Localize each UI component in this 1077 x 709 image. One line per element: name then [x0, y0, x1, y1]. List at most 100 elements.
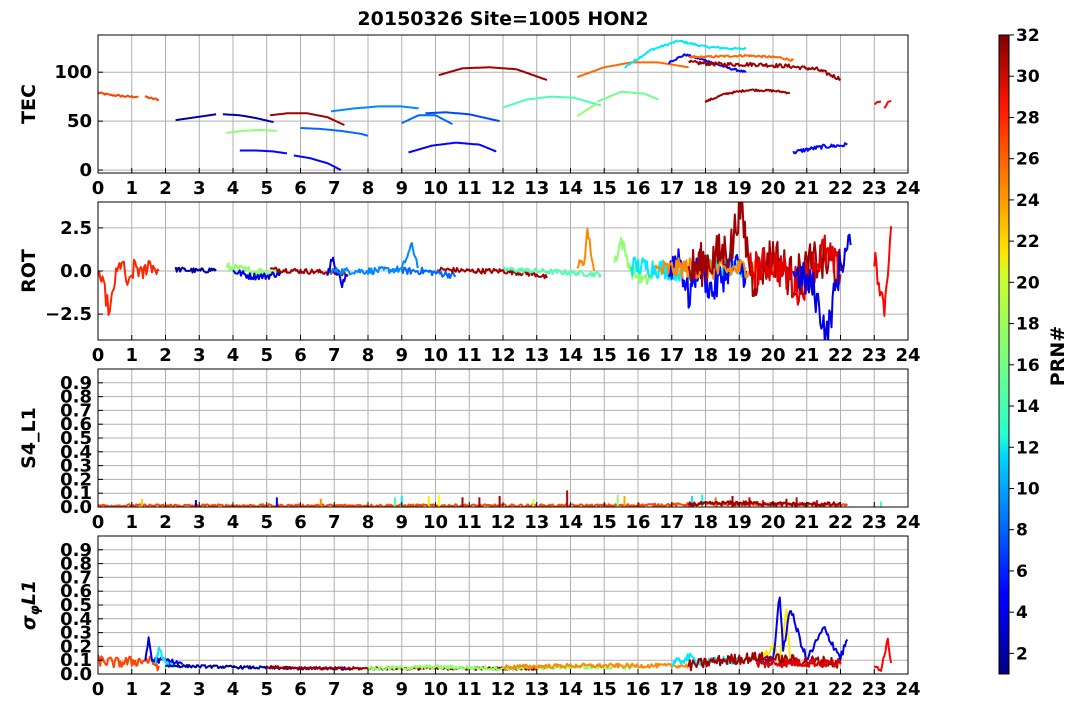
x-tick-label: 17 [659, 345, 684, 366]
x-tick-label: 1 [125, 679, 138, 700]
x-tick-label: 16 [625, 512, 650, 533]
colorbar-ticks: 2468101214161820222426283032 [1009, 26, 1040, 664]
x-tick-label: 14 [558, 512, 583, 533]
x-tick-label: 1 [125, 345, 138, 366]
x-tick-label: 19 [727, 178, 752, 199]
figure-title: 20150326 Site=1005 HON2 [357, 8, 648, 30]
colorbar-tick-label: 24 [1016, 191, 1040, 211]
x-tick-label: 5 [260, 679, 273, 700]
x-tick-label: 22 [828, 345, 853, 366]
colorbar-tick-label: 16 [1016, 356, 1040, 376]
x-tick-label: 14 [558, 178, 583, 199]
x-tick-label: 5 [260, 178, 273, 199]
chart-panels: 0 1 2 3 4 5 6 7 8 9 10 11 12 13 14 15 16 17 18 19 20 21 22 23 24… [18, 34, 921, 700]
x-tick-label: 13 [524, 178, 549, 199]
x-tick-label: 24 [895, 512, 920, 533]
x-tick-label: 12 [490, 512, 515, 533]
x-tick-label: 20 [760, 345, 785, 366]
x-tick-label: 7 [328, 512, 341, 533]
colorbar-tick-label: 32 [1016, 26, 1040, 46]
x-tick-label: 13 [524, 512, 549, 533]
x-tick-label: 3 [193, 679, 206, 700]
x-tick-label: 2 [159, 178, 172, 199]
x-tick-label: 7 [328, 178, 341, 199]
colorbar-tick-label: 22 [1016, 232, 1040, 252]
panel-1: 0 1 2 3 4 5 6 7 8 9 10 11 12 13 14 15 16 17 18 19 20 21 22 23 24… [18, 34, 921, 199]
x-tick-label: 0 [92, 512, 105, 533]
colorbar-tick-label: 4 [1016, 603, 1028, 623]
x-tick-label: 2 [159, 345, 172, 366]
x-tick-label: 8 [362, 512, 375, 533]
colorbar-label: PRN# [1047, 326, 1069, 386]
x-tick-label: 22 [828, 512, 853, 533]
x-tick-label: 20 [760, 679, 785, 700]
x-tick-label: 10 [423, 512, 448, 533]
y-tick-label: 2.5 [60, 218, 92, 239]
colorbar-tick-label: 10 [1016, 479, 1040, 499]
x-tick-label: 6 [294, 345, 307, 366]
x-tick-label: 24 [895, 178, 920, 199]
x-tick-label: 2 [159, 679, 172, 700]
panel-3: 0 1 2 3 4 5 6 7 8 9 10 11 12 13 14 15 16 17 18 19 20 21 22 23 24… [18, 368, 921, 533]
x-tick-label: 2 [159, 512, 172, 533]
x-tick-label: 12 [490, 679, 515, 700]
x-tick-label: 23 [862, 345, 887, 366]
x-tick-label: 6 [294, 679, 307, 700]
x-tick-label: 11 [457, 345, 482, 366]
x-tick-label: 6 [294, 512, 307, 533]
colorbar-tick-label: 12 [1016, 438, 1040, 458]
x-tick-label: 14 [558, 345, 583, 366]
y-axis-label: σφL1 [18, 580, 43, 630]
colorbar-tick-label: 2 [1016, 644, 1028, 664]
x-tick-label: 24 [895, 679, 920, 700]
colorbar-tick-label: 8 [1016, 521, 1028, 541]
x-tick-label: 9 [395, 679, 408, 700]
x-tick-label: 21 [794, 512, 819, 533]
y-tick-label: 50 [67, 111, 92, 132]
x-tick-label: 11 [457, 512, 482, 533]
x-tick-label: 16 [625, 345, 650, 366]
panel-4: 0 1 2 3 4 5 6 7 8 9 10 11 12 13 14 15 16 17 18 19 20 21 22 23 24… [18, 535, 921, 700]
x-tick-label: 17 [659, 178, 684, 199]
x-tick-label: 20 [760, 178, 785, 199]
x-tick-label: 9 [395, 345, 408, 366]
x-tick-label: 7 [328, 345, 341, 366]
x-tick-label: 16 [625, 178, 650, 199]
colorbar-tick-label: 28 [1016, 108, 1040, 128]
x-tick-label: 1 [125, 512, 138, 533]
x-tick-label: 18 [693, 512, 718, 533]
x-tick-label: 5 [260, 345, 273, 366]
x-tick-label: 15 [592, 512, 617, 533]
y-tick-label: 0 [79, 160, 92, 181]
x-tick-label: 9 [395, 178, 408, 199]
x-tick-label: 8 [362, 178, 375, 199]
y-tick-label: 0.9 [60, 540, 92, 561]
x-tick-label: 21 [794, 679, 819, 700]
x-tick-label: 11 [457, 178, 482, 199]
x-tick-label: 10 [423, 345, 448, 366]
y-axis-label: S4_L1 [18, 407, 40, 469]
x-tick-label: 21 [794, 345, 819, 366]
x-tick-label: 14 [558, 679, 583, 700]
x-tick-label: 12 [490, 178, 515, 199]
y-tick-label: 100 [54, 62, 92, 83]
x-tick-label: 16 [625, 679, 650, 700]
x-tick-label: 4 [227, 178, 240, 199]
x-tick-label: 23 [862, 679, 887, 700]
colorbar-tick-label: 30 [1016, 67, 1040, 87]
x-tick-label: 18 [693, 679, 718, 700]
prn-multi-panel-figure: 20150326 Site=1005 HON2 0 1 2 3 4 5 6 7 8 9 10 11 12… [18, 8, 1069, 700]
x-tick-label: 4 [227, 512, 240, 533]
x-tick-label: 17 [659, 679, 684, 700]
x-tick-label: 13 [524, 679, 549, 700]
x-tick-label: 12 [490, 345, 515, 366]
x-tick-label: 13 [524, 345, 549, 366]
x-tick-label: 19 [727, 512, 752, 533]
y-tick-label: −2.5 [45, 304, 92, 325]
x-tick-label: 21 [794, 178, 819, 199]
x-tick-label: 11 [457, 679, 482, 700]
x-tick-label: 0 [92, 345, 105, 366]
y-axis-label: ROT [18, 249, 40, 293]
x-tick-label: 19 [727, 345, 752, 366]
x-tick-label: 22 [828, 679, 853, 700]
